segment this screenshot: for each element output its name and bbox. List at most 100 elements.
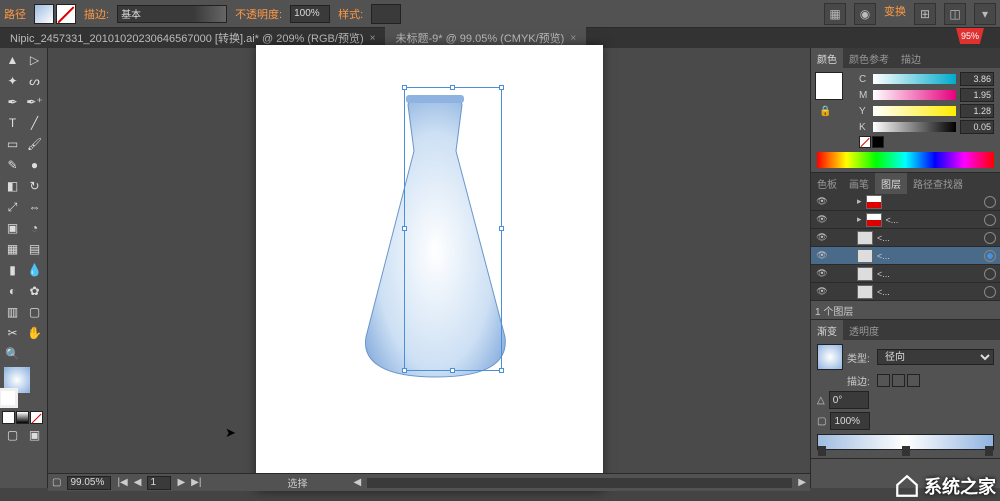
target-icon[interactable]: [984, 286, 996, 298]
gradient-tab[interactable]: 渐变: [811, 320, 843, 341]
canvas-area[interactable]: ➤: [48, 48, 810, 488]
prev-page-icon[interactable]: ◀: [134, 477, 142, 488]
stroke-color[interactable]: [0, 388, 18, 408]
slice-tool[interactable]: ✂: [2, 323, 23, 343]
resize-handle[interactable]: [402, 368, 407, 373]
lasso-tool[interactable]: ᔕ: [24, 71, 45, 91]
scroll-left-icon[interactable]: ◀: [353, 477, 361, 488]
width-tool[interactable]: ⇔: [24, 197, 45, 217]
angle-input[interactable]: [829, 391, 869, 409]
free-transform-tool[interactable]: ▣: [2, 218, 23, 238]
stroke-mode-1[interactable]: [877, 374, 890, 387]
scale-tool[interactable]: ⤢: [2, 197, 23, 217]
gradient-ramp[interactable]: [817, 434, 994, 450]
resize-handle[interactable]: [499, 368, 504, 373]
cmyk-m-input[interactable]: [960, 88, 994, 102]
grad-opacity-input[interactable]: [830, 412, 870, 430]
target-icon[interactable]: [984, 268, 996, 280]
screen-mode-normal[interactable]: ▢: [2, 425, 23, 445]
align-icon[interactable]: ⊞: [914, 3, 936, 25]
isolate-icon[interactable]: ◫: [944, 3, 966, 25]
gradient-type-select[interactable]: 径向: [877, 349, 994, 365]
fill-stroke-swatches[interactable]: [34, 4, 76, 24]
graph-tool[interactable]: ▥: [2, 302, 23, 322]
layer-row[interactable]: 👁▸: [811, 193, 1000, 211]
layer-row[interactable]: 👁<...: [811, 247, 1000, 265]
zoom-input[interactable]: [67, 476, 111, 490]
gradient-preview[interactable]: [817, 344, 843, 370]
gradient-stop[interactable]: [985, 446, 993, 456]
rotate-tool[interactable]: ↻: [24, 176, 45, 196]
paintbrush-tool[interactable]: 🖌: [24, 134, 45, 154]
target-icon[interactable]: [984, 250, 996, 262]
black-swatch[interactable]: [872, 136, 884, 148]
layer-row[interactable]: 👁<...: [811, 229, 1000, 247]
resize-handle[interactable]: [402, 85, 407, 90]
symbol-sprayer-tool[interactable]: ✿: [24, 281, 45, 301]
options-icon[interactable]: ▾: [974, 3, 996, 25]
cmyk-k-input[interactable]: [960, 120, 994, 134]
resize-handle[interactable]: [499, 85, 504, 90]
stroke-swatch[interactable]: [56, 4, 76, 24]
hand-tool[interactable]: ✋: [24, 323, 45, 343]
mesh-tool[interactable]: ▤: [24, 239, 45, 259]
nav-icon[interactable]: ▢: [52, 477, 61, 488]
rectangle-tool[interactable]: ▭: [2, 134, 23, 154]
transparency-tab[interactable]: 透明度: [843, 320, 885, 341]
eraser-tool[interactable]: ◧: [2, 176, 23, 196]
visibility-icon[interactable]: 👁: [815, 213, 829, 227]
perspective-tool[interactable]: ▦: [2, 239, 23, 259]
stroke-tab[interactable]: 描边: [895, 48, 927, 69]
magic-wand-tool[interactable]: ✦: [2, 71, 23, 91]
direct-selection-tool[interactable]: ▷: [24, 50, 45, 70]
page-input[interactable]: [147, 476, 171, 490]
stroke-mode-2[interactable]: [892, 374, 905, 387]
zoom-tool[interactable]: 🔍: [2, 344, 23, 364]
screen-mode-full[interactable]: ▣: [24, 425, 45, 445]
close-icon[interactable]: ×: [370, 33, 376, 44]
type-tool[interactable]: T: [2, 113, 23, 133]
none-swatch[interactable]: [859, 136, 871, 148]
visibility-icon[interactable]: 👁: [815, 231, 829, 245]
layer-row[interactable]: 👁<...: [811, 265, 1000, 283]
selection-tool[interactable]: ▲: [2, 50, 23, 70]
cmyk-y-input[interactable]: [960, 104, 994, 118]
resize-handle[interactable]: [450, 85, 455, 90]
gradient-stop[interactable]: [818, 446, 826, 456]
transform-label[interactable]: 变换: [884, 3, 906, 25]
eyedropper-tool[interactable]: 💧: [24, 260, 45, 280]
target-icon[interactable]: [984, 196, 996, 208]
lock-icon[interactable]: 🔒: [819, 106, 831, 117]
cmyk-k-slider[interactable]: [873, 122, 956, 132]
visibility-icon[interactable]: 👁: [815, 249, 829, 263]
cmyk-c-slider[interactable]: [873, 74, 956, 84]
gradient-stop[interactable]: [902, 446, 910, 456]
pathfinder-tab[interactable]: 路径查找器: [907, 173, 969, 194]
resize-handle[interactable]: [499, 226, 504, 231]
layer-row[interactable]: 👁<...: [811, 283, 1000, 301]
line-tool[interactable]: ╱: [24, 113, 45, 133]
visibility-icon[interactable]: 👁: [815, 195, 829, 209]
artboard-tool[interactable]: ▢: [24, 302, 45, 322]
close-icon[interactable]: ×: [570, 33, 576, 44]
cmyk-c-input[interactable]: [960, 72, 994, 86]
visibility-icon[interactable]: 👁: [815, 267, 829, 281]
h-scrollbar[interactable]: [367, 478, 792, 488]
color-guide-tab[interactable]: 颜色参考: [843, 48, 895, 69]
artboard[interactable]: [256, 45, 603, 491]
resize-handle[interactable]: [450, 368, 455, 373]
fill-swatch[interactable]: [34, 4, 54, 24]
color-mode-solid[interactable]: [2, 411, 15, 424]
brushes-tab[interactable]: 画笔: [843, 173, 875, 194]
spare-tool[interactable]: [24, 344, 45, 364]
first-page-icon[interactable]: |◀: [117, 477, 127, 488]
target-icon[interactable]: [984, 214, 996, 226]
pencil-tool[interactable]: ✎: [2, 155, 23, 175]
cmyk-y-slider[interactable]: [873, 106, 956, 116]
blob-brush-tool[interactable]: ●: [24, 155, 45, 175]
color-mode-gradient[interactable]: [16, 411, 29, 424]
color-mode-none[interactable]: [30, 411, 43, 424]
next-page-icon[interactable]: ▶: [177, 477, 185, 488]
layers-tab[interactable]: 图层: [875, 173, 907, 194]
pen-tool[interactable]: ✒: [2, 92, 23, 112]
